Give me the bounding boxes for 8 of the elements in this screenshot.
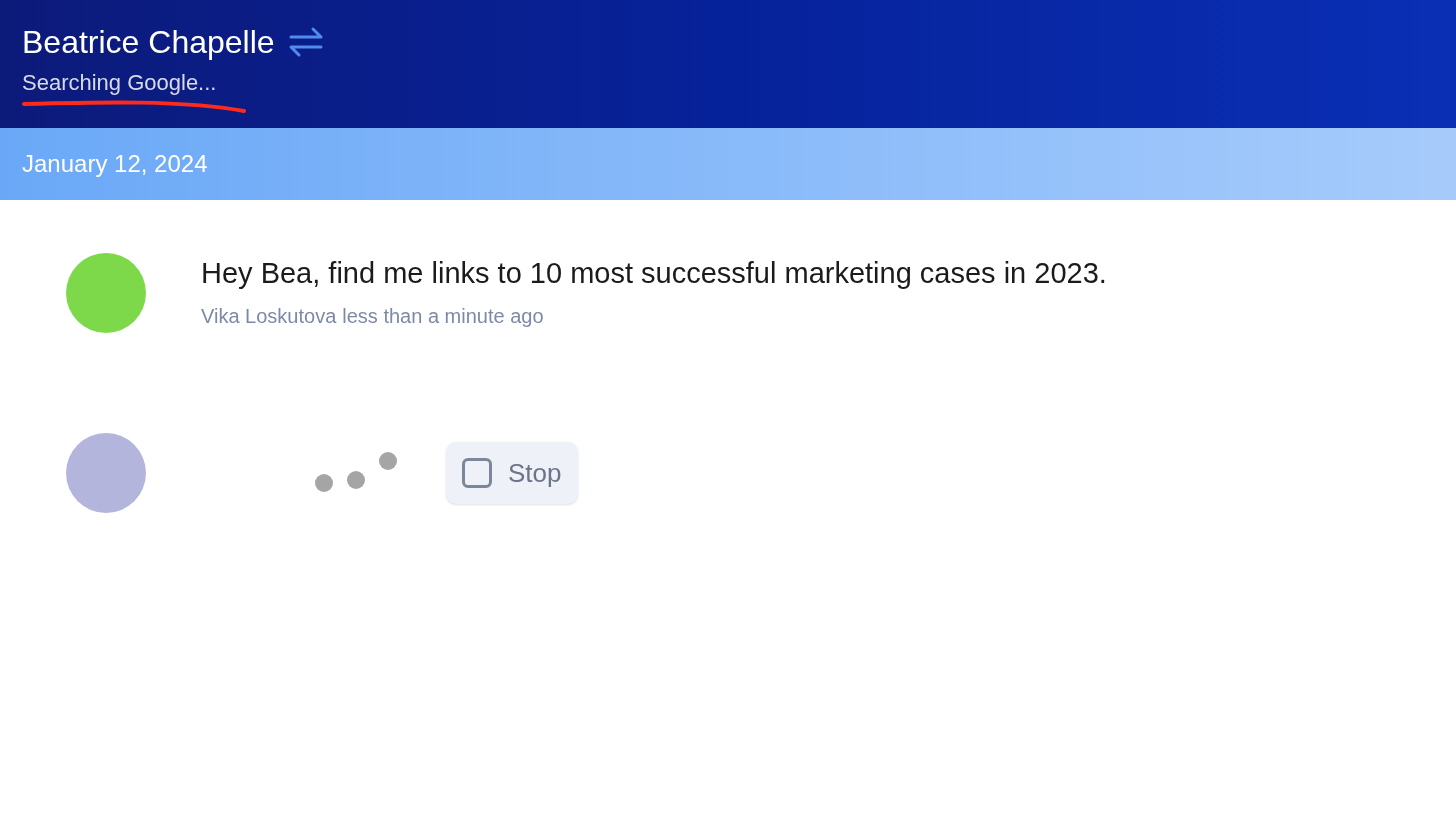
date-label: January 12, 2024 [22, 149, 208, 179]
square-icon [462, 458, 492, 488]
author-name: Vika Loskutova [201, 304, 337, 329]
status-text: Searching Google... [22, 69, 217, 97]
stop-button[interactable]: Stop [446, 442, 578, 504]
timestamp: less than a minute ago [342, 304, 544, 329]
contact-name: Beatrice Chapelle [22, 23, 275, 62]
message-text: Hey Bea, find me links to 10 most successful marketing cases in 2023. [201, 256, 1107, 291]
